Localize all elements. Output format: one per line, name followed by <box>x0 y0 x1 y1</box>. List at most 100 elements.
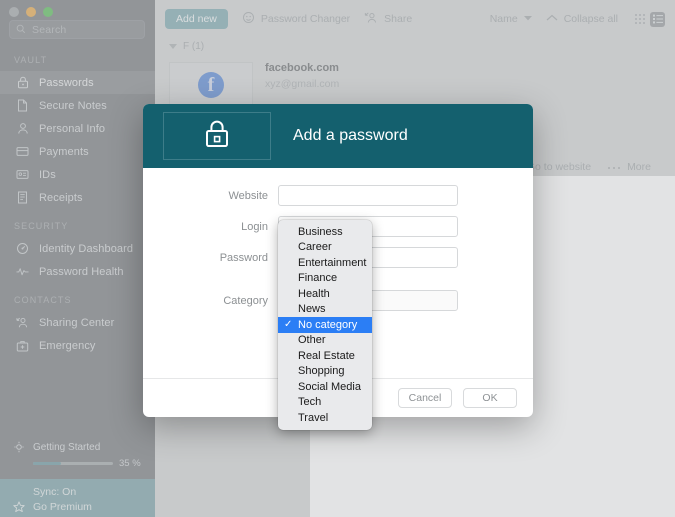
getting-started-percent: 35 % <box>119 458 141 469</box>
dropdown-option[interactable]: Travel <box>278 410 372 426</box>
entry-text: facebook.com xyz@gmail.com <box>265 62 339 90</box>
sidebar-item-ids[interactable]: IDs <box>0 163 155 186</box>
sidebar-item-payments[interactable]: Payments <box>0 140 155 163</box>
sidebar-item-personal-info[interactable]: Personal Info <box>0 117 155 140</box>
app-window: Search VAULT Passwords Secure Notes Pers… <box>0 0 675 517</box>
receipt-icon <box>16 191 29 204</box>
dropdown-option[interactable]: Health <box>278 286 372 302</box>
group-header[interactable]: F (1) <box>155 38 675 56</box>
share-icon <box>364 11 378 27</box>
ellipsis-icon <box>607 161 621 173</box>
note-icon <box>16 99 29 112</box>
dropdown-option-label: Real Estate <box>298 349 355 362</box>
dropdown-option-label: Career <box>298 241 332 254</box>
sidebar-item-label: Receipts <box>39 191 83 204</box>
dropdown-option[interactable]: ✓ No category <box>278 317 372 333</box>
dropdown-option[interactable]: Business <box>278 224 372 240</box>
sidebar-item-passwords[interactable]: Passwords <box>0 71 155 94</box>
dropdown-option[interactable]: Social Media <box>278 379 372 395</box>
sidebar-item-password-health[interactable]: Password Health <box>0 260 155 283</box>
dropdown-option-label: Tech <box>298 396 322 409</box>
sidebar-item-label: Password Health <box>39 265 124 278</box>
website-label: Website <box>228 189 268 202</box>
lock-icon <box>204 119 230 154</box>
collapse-all-button[interactable]: Collapse all <box>546 13 618 25</box>
sidebar-item-sharing-center[interactable]: Sharing Center <box>0 311 155 334</box>
dropdown-option-label: Social Media <box>298 380 361 393</box>
dropdown-option[interactable]: Other <box>278 333 372 349</box>
pulse-icon <box>16 265 29 278</box>
chevron-down-icon <box>523 15 532 23</box>
search-input[interactable]: Search <box>9 20 145 39</box>
dropdown-option-label: Entertainment <box>298 256 367 269</box>
sort-dropdown[interactable]: Name <box>490 13 532 25</box>
entry-login: xyz@gmail.com <box>265 78 340 90</box>
dialog-title: Add a password <box>293 127 408 144</box>
minimize-button[interactable] <box>26 7 36 17</box>
password-changer-button[interactable]: Password Changer <box>242 11 350 27</box>
id-card-icon <box>16 168 29 181</box>
sidebar-item-receipts[interactable]: Receipts <box>0 186 155 209</box>
sidebar-item-label: Sharing Center <box>39 316 115 329</box>
dropdown-option[interactable]: Finance <box>278 271 372 287</box>
triangle-down-icon <box>169 44 177 49</box>
bulb-icon <box>12 441 25 454</box>
search-placeholder: Search <box>32 23 67 36</box>
window-traffic-lights <box>0 0 155 18</box>
login-label: Login <box>241 220 268 233</box>
dropdown-option[interactable]: Tech <box>278 395 372 411</box>
sidebar-section-vault-title: VAULT <box>14 55 48 65</box>
close-button[interactable] <box>9 7 19 17</box>
dropdown-option[interactable]: Shopping <box>278 364 372 380</box>
dropdown-option[interactable]: Career <box>278 240 372 256</box>
list-item[interactable]: f facebook.com xyz@gmail.com <box>155 56 675 108</box>
ok-button[interactable]: OK <box>463 388 517 408</box>
getting-started-progress-fill <box>33 462 61 465</box>
sidebar: Search VAULT Passwords Secure Notes Pers… <box>0 0 155 517</box>
dropdown-option[interactable]: Real Estate <box>278 348 372 364</box>
zoom-button[interactable] <box>43 7 53 17</box>
dropdown-option[interactable]: Entertainment <box>278 255 372 271</box>
dropdown-option-label: Health <box>298 287 330 300</box>
dropdown-option-label: Other <box>298 334 326 347</box>
dashboard-icon <box>16 242 29 255</box>
dialog-header: Add a password <box>143 104 533 168</box>
add-new-button[interactable]: Add new <box>165 9 228 29</box>
star-icon <box>12 501 25 513</box>
go-to-website-label: Go to website <box>526 161 592 173</box>
person-icon <box>16 122 29 135</box>
search-icon <box>16 21 26 39</box>
sidebar-nav: VAULT Passwords Secure Notes Personal In… <box>0 55 155 441</box>
sidebar-item-identity-dashboard[interactable]: Identity Dashboard <box>0 237 155 260</box>
dialog-icon-frame <box>163 112 271 160</box>
group-header-label: F (1) <box>183 41 205 52</box>
share-label: Share <box>384 13 413 25</box>
facebook-icon: f <box>198 72 224 98</box>
lock-icon <box>16 76 29 89</box>
password-changer-icon <box>242 11 255 27</box>
dropdown-option-label: Finance <box>298 272 338 285</box>
cancel-button[interactable]: Cancel <box>398 388 452 408</box>
go-premium-button[interactable]: Go Premium <box>12 500 155 515</box>
password-changer-label: Password Changer <box>260 13 351 25</box>
sidebar-section-security-title: SECURITY <box>14 221 69 231</box>
more-button[interactable]: More <box>607 161 651 173</box>
grid-view-icon[interactable] <box>632 12 647 27</box>
dropdown-option[interactable]: News <box>278 302 372 318</box>
share-person-icon <box>16 316 29 329</box>
sidebar-item-secure-notes[interactable]: Secure Notes <box>0 94 155 117</box>
getting-started-panel[interactable]: Getting Started 35 % <box>0 441 155 479</box>
getting-started-label: Getting Started <box>33 442 101 453</box>
list-view-icon[interactable] <box>650 11 665 27</box>
dropdown-option-label: No category <box>298 318 358 331</box>
sync-status[interactable]: Sync: On <box>12 485 155 500</box>
category-dropdown-menu[interactable]: Business Career Entertainment Finance Health… <box>278 220 372 430</box>
emergency-kit-icon <box>16 339 29 352</box>
share-button[interactable]: Share <box>364 11 412 27</box>
sidebar-item-label: Passwords <box>39 76 94 89</box>
website-input[interactable] <box>278 185 458 206</box>
sidebar-item-emergency[interactable]: Emergency <box>0 334 155 357</box>
view-toggle <box>632 11 665 27</box>
getting-started-progress-track <box>33 462 113 465</box>
dropdown-option-label: News <box>298 303 326 316</box>
